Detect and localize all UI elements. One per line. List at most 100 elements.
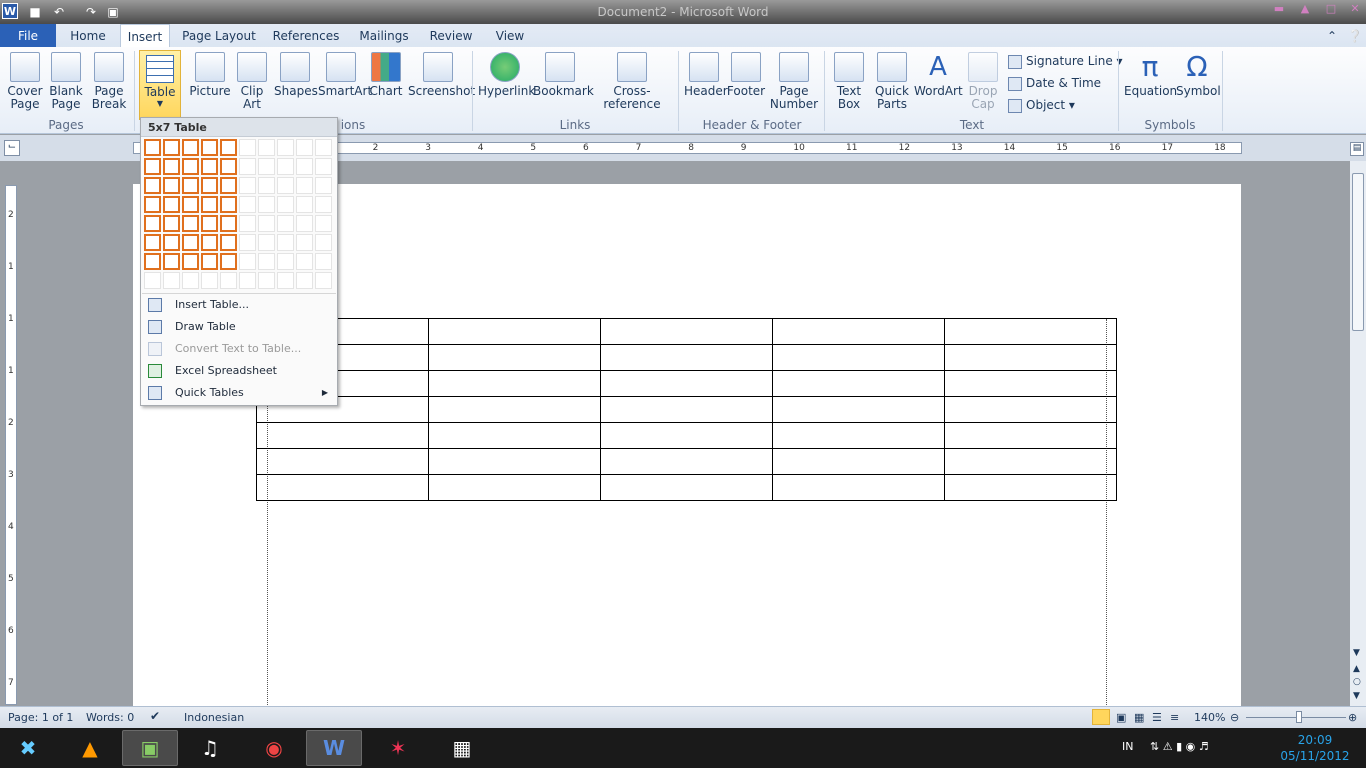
- grid-cell[interactable]: [258, 215, 275, 232]
- grid-cell[interactable]: [144, 272, 161, 289]
- text-box-button[interactable]: Text Box: [830, 50, 868, 111]
- grid-cell[interactable]: [239, 215, 256, 232]
- grid-cell[interactable]: [258, 253, 275, 270]
- table-cell[interactable]: [600, 318, 773, 345]
- full-screen-reading-icon[interactable]: ▣: [1116, 711, 1126, 724]
- table-cell[interactable]: [772, 396, 945, 423]
- grid-cell[interactable]: [163, 177, 180, 194]
- cross-reference-button[interactable]: Cross-reference: [590, 50, 674, 111]
- grid-cell[interactable]: [201, 158, 218, 175]
- grid-cell[interactable]: [296, 272, 313, 289]
- grid-cell[interactable]: [277, 272, 294, 289]
- word-count[interactable]: Words: 0: [86, 711, 134, 724]
- grid-cell[interactable]: [220, 234, 237, 251]
- word-taskbar-icon[interactable]: W: [306, 730, 362, 766]
- grid-cell[interactable]: [201, 196, 218, 213]
- help-chevron-icon[interactable]: ⌃: [1322, 24, 1342, 48]
- grid-cell[interactable]: [163, 196, 180, 213]
- screenshot-button[interactable]: Screenshot: [408, 50, 475, 98]
- table-cell[interactable]: [428, 396, 601, 423]
- grid-cell[interactable]: [220, 177, 237, 194]
- grid-cell[interactable]: [296, 158, 313, 175]
- browse-object-icon[interactable]: ○: [1353, 677, 1361, 687]
- insert-table-item[interactable]: Insert Table...: [142, 294, 336, 316]
- chart-button[interactable]: Chart: [368, 50, 404, 98]
- table-cell[interactable]: [944, 344, 1117, 371]
- table-cell[interactable]: [600, 344, 773, 371]
- grid-cell[interactable]: [277, 253, 294, 270]
- grid-cell[interactable]: [258, 158, 275, 175]
- grid-cell[interactable]: [277, 215, 294, 232]
- grid-cell[interactable]: [315, 253, 332, 270]
- page-break-button[interactable]: Page Break: [90, 50, 128, 111]
- draft-icon[interactable]: ≡: [1170, 711, 1179, 724]
- tab-review[interactable]: Review: [426, 24, 476, 48]
- view-ruler-icon[interactable]: ▤: [1350, 142, 1364, 156]
- grid-cell[interactable]: [144, 234, 161, 251]
- zoom-in-icon[interactable]: ⊕: [1348, 711, 1357, 724]
- grid-cell[interactable]: [182, 158, 199, 175]
- grid-cell[interactable]: [201, 253, 218, 270]
- grid-cell[interactable]: [220, 158, 237, 175]
- grid-cell[interactable]: [296, 215, 313, 232]
- grid-cell[interactable]: [144, 139, 161, 156]
- grid-cell[interactable]: [239, 253, 256, 270]
- grid-cell[interactable]: [144, 253, 161, 270]
- grid-cell[interactable]: [239, 272, 256, 289]
- table-cell[interactable]: [256, 448, 429, 475]
- grid-cell[interactable]: [220, 253, 237, 270]
- tab-mailings[interactable]: Mailings: [354, 24, 414, 48]
- table-cell[interactable]: [600, 396, 773, 423]
- zoom-slider-thumb[interactable]: [1296, 711, 1302, 723]
- grid-cell[interactable]: [182, 139, 199, 156]
- tab-file[interactable]: File: [0, 24, 56, 48]
- web-layout-icon[interactable]: ▦: [1134, 711, 1144, 724]
- wordart-button[interactable]: A WordArt: [914, 50, 963, 98]
- tab-selector-icon[interactable]: ⌙: [4, 140, 20, 156]
- grid-cell[interactable]: [163, 234, 180, 251]
- grid-cell[interactable]: [182, 253, 199, 270]
- grid-cell[interactable]: [144, 177, 161, 194]
- grid-cell[interactable]: [220, 196, 237, 213]
- grid-cell[interactable]: [315, 215, 332, 232]
- grid-cell[interactable]: [144, 158, 161, 175]
- minimize-ribbon-icon[interactable]: ▬: [1268, 2, 1290, 18]
- footer-button[interactable]: Footer: [726, 50, 766, 98]
- outline-icon[interactable]: ☰: [1152, 711, 1162, 724]
- tab-view[interactable]: View: [488, 24, 532, 48]
- table-cell[interactable]: [944, 474, 1117, 501]
- table-cell[interactable]: [944, 422, 1117, 449]
- equation-button[interactable]: π Equation: [1124, 50, 1177, 98]
- table-cell[interactable]: [600, 448, 773, 475]
- proofing-icon[interactable]: ✔: [150, 709, 160, 723]
- grid-cell[interactable]: [277, 177, 294, 194]
- table-cell[interactable]: [428, 474, 601, 501]
- table-cell[interactable]: [772, 474, 945, 501]
- tab-home[interactable]: Home: [62, 24, 114, 48]
- table-cell[interactable]: [600, 474, 773, 501]
- grid-cell[interactable]: [315, 196, 332, 213]
- table-cell[interactable]: [428, 344, 601, 371]
- grid-cell[interactable]: [201, 215, 218, 232]
- table-cell[interactable]: [944, 448, 1117, 475]
- print-layout-icon[interactable]: [1092, 709, 1110, 725]
- grid-cell[interactable]: [201, 139, 218, 156]
- video-editor-icon[interactable]: ▦: [434, 730, 490, 766]
- grid-cell[interactable]: [182, 177, 199, 194]
- grid-cell[interactable]: [220, 272, 237, 289]
- table-button[interactable]: Table ▼: [139, 50, 181, 120]
- media-player-icon[interactable]: ▲: [62, 730, 118, 766]
- grid-cell[interactable]: [201, 234, 218, 251]
- shapes-button[interactable]: Shapes: [274, 50, 318, 98]
- object-button[interactable]: Object ▾: [1008, 98, 1075, 113]
- grid-cell[interactable]: [258, 177, 275, 194]
- grid-cell[interactable]: [315, 139, 332, 156]
- table-cell[interactable]: [944, 318, 1117, 345]
- tray-icons[interactable]: ⇅ ⚠ ▮ ◉ ♬: [1150, 740, 1209, 753]
- grid-cell[interactable]: [182, 272, 199, 289]
- date-time-button[interactable]: Date & Time: [1008, 76, 1101, 91]
- grid-cell[interactable]: [239, 234, 256, 251]
- grid-cell[interactable]: [163, 253, 180, 270]
- grid-cell[interactable]: [163, 215, 180, 232]
- tab-insert[interactable]: Insert: [120, 24, 170, 48]
